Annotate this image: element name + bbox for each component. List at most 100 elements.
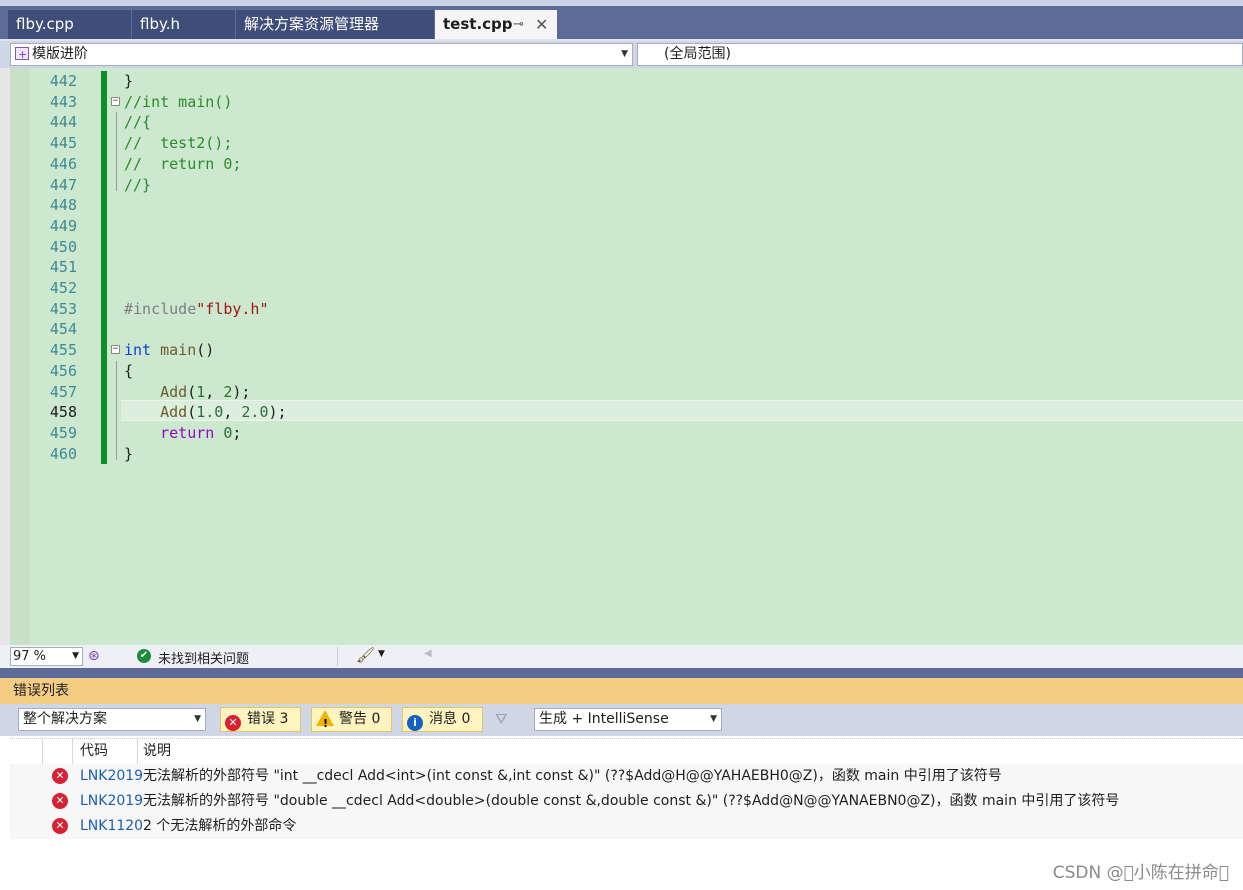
scope-dropdown[interactable]: (全局范围) (637, 43, 1243, 66)
column-header-code[interactable]: 代码 (80, 739, 108, 764)
zoom-dropdown[interactable]: 97 % ▼ (10, 647, 83, 666)
code-line[interactable]: 453 #include"flby.h" (0, 299, 1243, 320)
tab-label: test.cpp (443, 15, 513, 33)
code-token: } (124, 444, 134, 463)
code-line[interactable]: 451 (0, 257, 1243, 278)
code-line[interactable]: 444 //{ (0, 112, 1243, 133)
code-line[interactable]: 452 (0, 278, 1243, 299)
code-token: //} (124, 175, 152, 194)
code-line[interactable]: 460} (0, 444, 1243, 465)
column-header-description[interactable]: 说明 (143, 739, 171, 764)
close-icon[interactable]: ✕ (535, 10, 548, 39)
editor-status-bar: 97 % ▼ ⊛ ✔ 未找到相关问题 🖌 ▼ ◀ (0, 645, 1243, 668)
error-row[interactable]: ✕ LNK2019 无法解析的外部符号 "int __cdecl Add<int… (10, 764, 1243, 789)
tab-flby-cpp[interactable]: flby.cpp (8, 10, 131, 39)
code-text: #include"flby.h" (124, 299, 269, 320)
code-line[interactable]: 449 (0, 216, 1243, 237)
grid-header: 代码 说明 (10, 738, 1243, 765)
project-dropdown[interactable]: 模版进阶 ▼ (10, 43, 633, 66)
code-line[interactable]: 450 (0, 237, 1243, 258)
code-line[interactable]: 457 Add(1, 2); (0, 382, 1243, 403)
code-line[interactable]: 456 { (0, 361, 1243, 382)
error-code-link[interactable]: LNK1120 (80, 814, 142, 839)
code-text: Add(1.0, 2.0); (124, 402, 286, 423)
line-number: 449 (49, 216, 77, 235)
messages-filter-button[interactable]: i 消息 0 (402, 707, 483, 732)
line-number: 454 (49, 320, 77, 339)
line-number: 446 (49, 154, 77, 173)
error-row[interactable]: ✕ LNK1120 2 个无法解析的外部命令 (10, 814, 1243, 839)
code-token: return (160, 423, 215, 442)
code-line[interactable]: 455 − int main() (0, 340, 1243, 361)
tab-solution-explorer[interactable]: 解决方案资源管理器 (236, 10, 434, 39)
intellicode-icon[interactable]: ⊛ (88, 648, 100, 664)
scope-filter-dropdown[interactable]: 整个解决方案 ▼ (18, 708, 206, 731)
build-source-value: 生成 + IntelliSense (539, 711, 669, 727)
code-line[interactable]: 454 (0, 319, 1243, 340)
code-cleanup-icon[interactable]: 🖌 (356, 646, 375, 664)
chevron-down-icon: ▼ (710, 714, 717, 724)
errors-filter-button[interactable]: ✕ 错误 3 (220, 707, 301, 732)
code-token: , (223, 403, 242, 422)
error-row[interactable]: ✕ LNK2019 无法解析的外部符号 "double __cdecl Add<… (10, 789, 1243, 814)
errors-label: 错误 3 (247, 711, 289, 727)
code-text: // return 0; (124, 154, 241, 175)
tab-test-cpp[interactable]: test.cpp ⊸ ✕ (435, 10, 557, 39)
code-text: } (124, 71, 133, 92)
code-token: int (124, 341, 152, 360)
code-line[interactable]: 447 //} (0, 175, 1243, 196)
code-line[interactable]: 448 (0, 195, 1243, 216)
messages-label: 消息 0 (429, 711, 471, 727)
code-line[interactable]: 458 Add(1.0, 2.0); (0, 402, 1243, 423)
warnings-filter-button[interactable]: 警告 0 (311, 707, 392, 735)
column-separator[interactable] (137, 739, 138, 764)
warning-icon (316, 710, 334, 735)
fold-guide (116, 112, 117, 192)
watermark: CSDN @ 小陈在拼命  (1052, 863, 1229, 883)
code-line[interactable]: 459 return 0; (0, 423, 1243, 444)
chevron-down-icon[interactable]: ▼ (378, 649, 385, 659)
filter-icon[interactable]: ⛛ (495, 710, 508, 728)
tab-flby-h[interactable]: flby.h (132, 10, 235, 39)
line-number: 456 (49, 361, 77, 380)
code-token: 2.0 (241, 403, 269, 422)
line-number: 457 (49, 382, 77, 401)
code-text: return 0; (124, 423, 241, 444)
line-number: 458 (49, 403, 77, 422)
warnings-label: 警告 0 (339, 711, 381, 727)
column-separator[interactable] (42, 739, 43, 764)
code-line[interactable]: 442} (0, 71, 1243, 92)
code-token: //int main() (124, 92, 233, 111)
code-line[interactable]: 445 // test2(); (0, 133, 1243, 154)
build-source-dropdown[interactable]: 生成 + IntelliSense ▼ (534, 708, 722, 731)
code-token: "flby.h" (196, 299, 269, 318)
scroll-left-icon[interactable]: ◀ (424, 648, 432, 659)
column-separator[interactable] (72, 739, 73, 764)
scope-label: (全局范围) (664, 46, 731, 62)
tab-label: 解决方案资源管理器 (244, 15, 380, 33)
code-token: } (124, 72, 134, 90)
pin-icon[interactable]: ⊸ (513, 10, 524, 39)
line-number: 450 (49, 237, 77, 256)
collapse-icon[interactable]: − (111, 345, 120, 355)
collapse-icon[interactable]: − (111, 96, 120, 106)
code-token: ( (187, 382, 197, 401)
scope-filter-value: 整个解决方案 (23, 711, 107, 727)
error-description: 无法解析的外部符号 "int __cdecl Add<int>(int cons… (143, 768, 1002, 784)
error-list-title: 错误列表 (0, 678, 1243, 704)
code-line[interactable]: 443 −//int main() (0, 92, 1243, 113)
code-text: // test2(); (124, 133, 232, 154)
line-number: 453 (49, 299, 77, 318)
issues-status[interactable]: 未找到相关问题 (158, 648, 249, 667)
chevron-down-icon: ▼ (72, 651, 79, 661)
error-code-link[interactable]: LNK2019 (80, 789, 142, 814)
line-number: 451 (49, 258, 77, 277)
code-line[interactable]: 446 // return 0; (0, 154, 1243, 175)
module-icon (15, 44, 29, 65)
code-editor[interactable]: 442} 443−//int main() 444//{445// test2();… (0, 68, 1243, 645)
code-token: main (160, 341, 197, 360)
error-code-link[interactable]: LNK2019 (80, 764, 142, 789)
code-text: Add(1, 2); (124, 382, 250, 403)
